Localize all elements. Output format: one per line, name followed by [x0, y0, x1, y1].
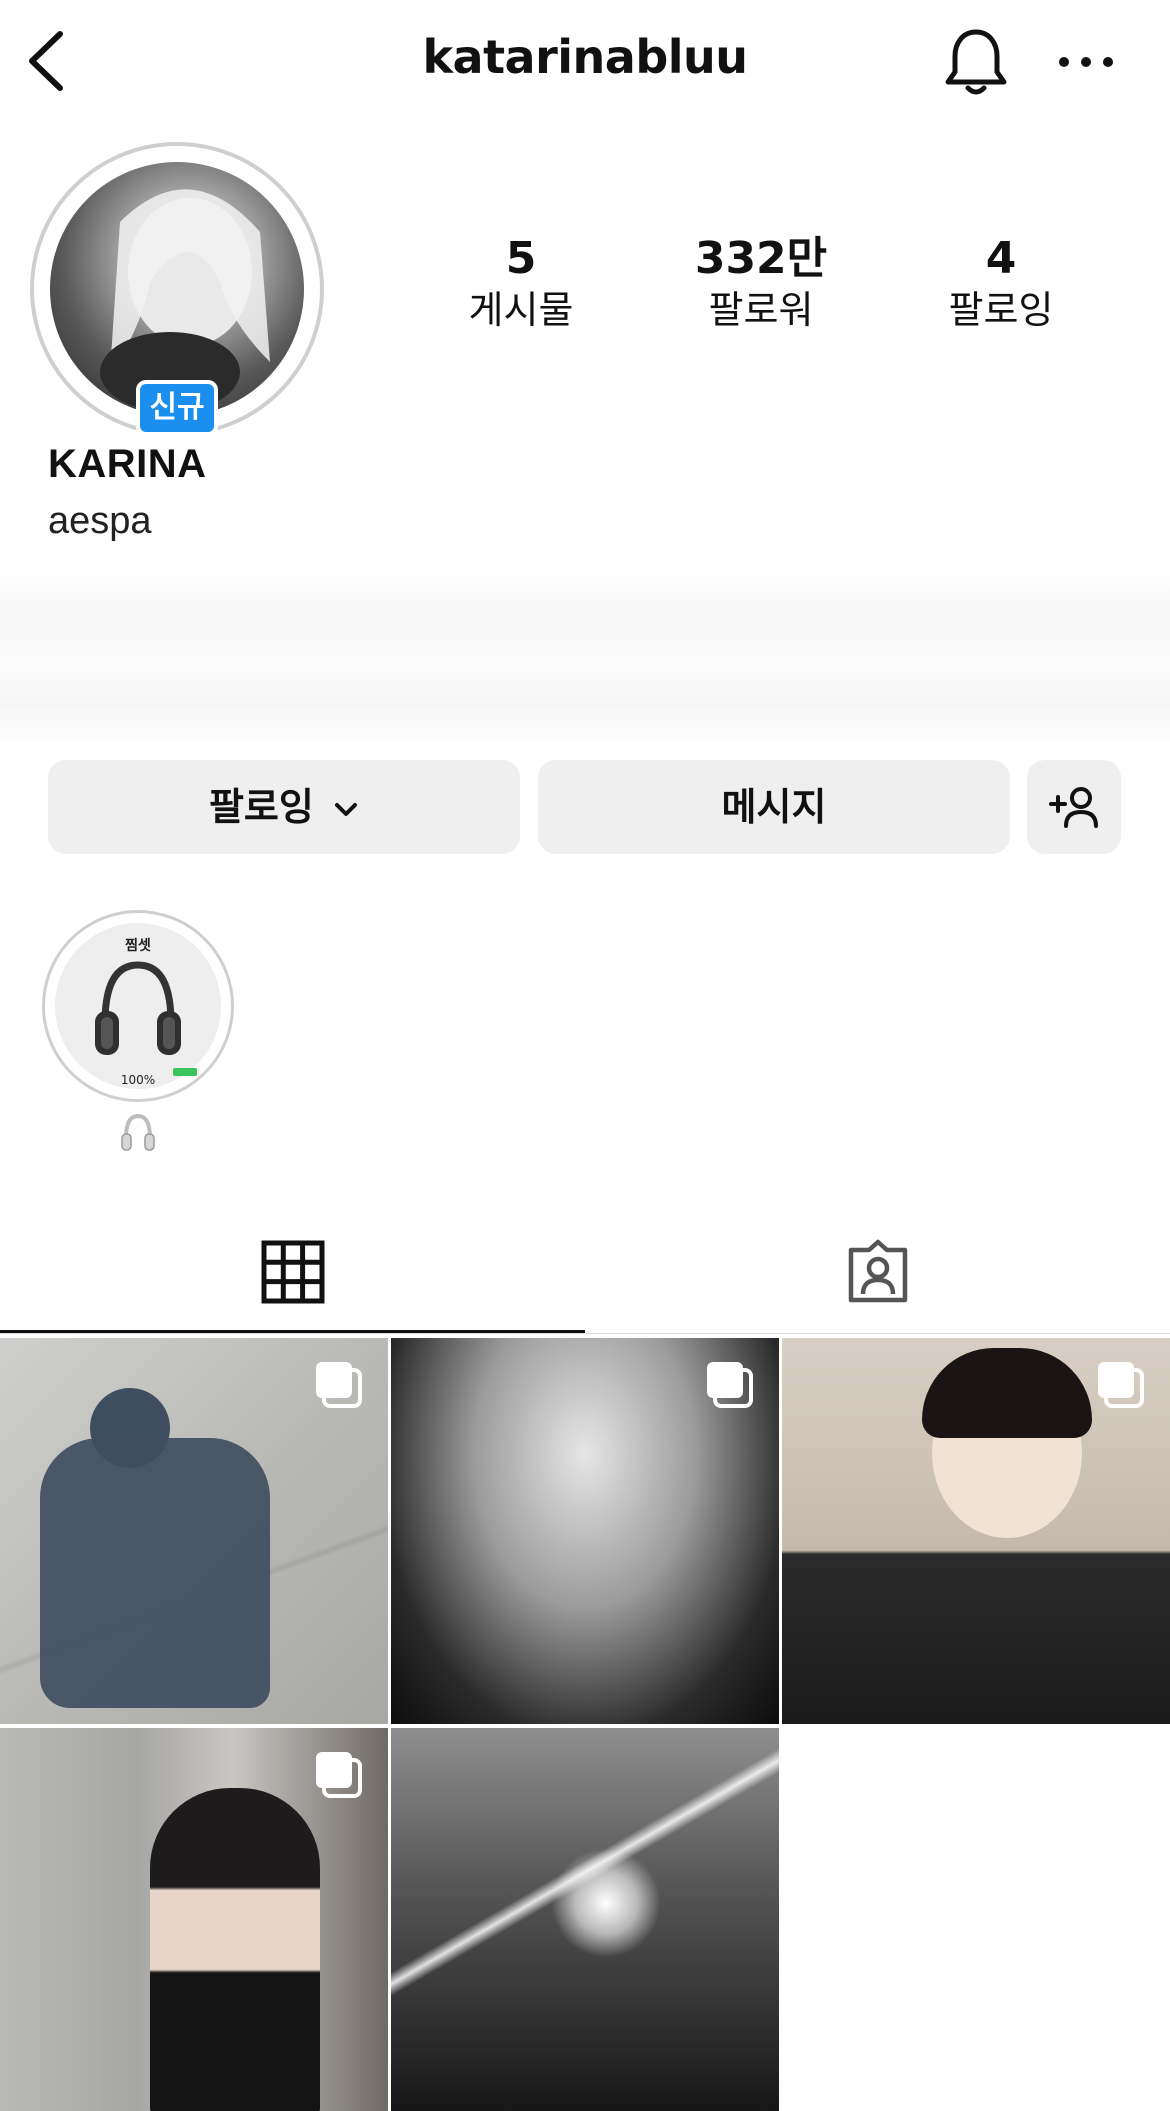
post-thumbnail[interactable] — [0, 1728, 388, 2111]
following-count-stat[interactable]: 4 팔로잉 — [901, 232, 1101, 334]
post-thumbnail[interactable] — [391, 1338, 779, 1724]
carousel-icon — [707, 1362, 753, 1408]
more-options-button[interactable] — [1056, 40, 1116, 84]
avatar — [50, 162, 304, 416]
following-button[interactable]: 팔로잉 — [48, 760, 520, 854]
new-badge: 신규 — [136, 380, 218, 436]
carousel-icon — [1098, 1362, 1144, 1408]
following-count: 4 — [985, 233, 1017, 284]
tab-posts-grid[interactable] — [0, 1228, 585, 1334]
following-button-label: 팔로잉 — [208, 785, 314, 829]
tab-tagged[interactable] — [585, 1228, 1170, 1334]
post-image-detail — [40, 1438, 270, 1708]
profile-category: aespa — [48, 500, 152, 542]
message-button-label: 메시지 — [721, 785, 827, 829]
battery-percentage: 100% — [120, 1073, 156, 1087]
carousel-icon — [316, 1362, 362, 1408]
tab-divider — [0, 1333, 1170, 1334]
more-horizontal-icon — [1059, 57, 1113, 67]
chevron-down-icon — [335, 802, 358, 816]
suggested-users-button[interactable] — [1027, 760, 1121, 854]
highlight-cover-ring: 찜셋 100% — [42, 910, 234, 1102]
followers-count: 332만 — [694, 233, 828, 284]
tagged-user-icon — [848, 1239, 908, 1303]
message-button[interactable]: 메시지 — [538, 760, 1010, 854]
post-thumbnail[interactable] — [0, 1338, 388, 1724]
followers-count-stat[interactable]: 332만 팔로워 — [661, 232, 861, 334]
blurred-bio — [0, 560, 1170, 750]
grid-icon — [261, 1240, 325, 1304]
post-image-detail — [150, 1788, 320, 2111]
display-name: KARINA — [48, 442, 207, 486]
posts-label: 게시물 — [468, 288, 574, 332]
post-thumbnail[interactable] — [391, 1728, 779, 2111]
following-label: 팔로잉 — [948, 288, 1054, 332]
highlight-cover: 찜셋 100% — [55, 923, 221, 1089]
avatar-photo — [100, 189, 270, 412]
posts-count-stat[interactable]: 5 게시물 — [421, 232, 621, 334]
story-highlight[interactable]: 찜셋 100% — [42, 910, 234, 1166]
carousel-icon — [316, 1752, 362, 1798]
headphones-icon — [95, 961, 181, 1055]
top-bar: katarinabluu — [0, 0, 1170, 124]
bell-icon — [945, 29, 1007, 95]
add-user-icon — [1049, 787, 1098, 828]
notifications-button[interactable] — [938, 24, 1014, 100]
post-image-detail — [922, 1348, 1092, 1438]
post-image-detail — [551, 1848, 661, 1958]
posts-count: 5 — [505, 233, 537, 284]
post-thumbnail[interactable] — [782, 1338, 1170, 1724]
followers-label: 팔로워 — [708, 288, 814, 332]
headphones-icon — [121, 1113, 155, 1151]
